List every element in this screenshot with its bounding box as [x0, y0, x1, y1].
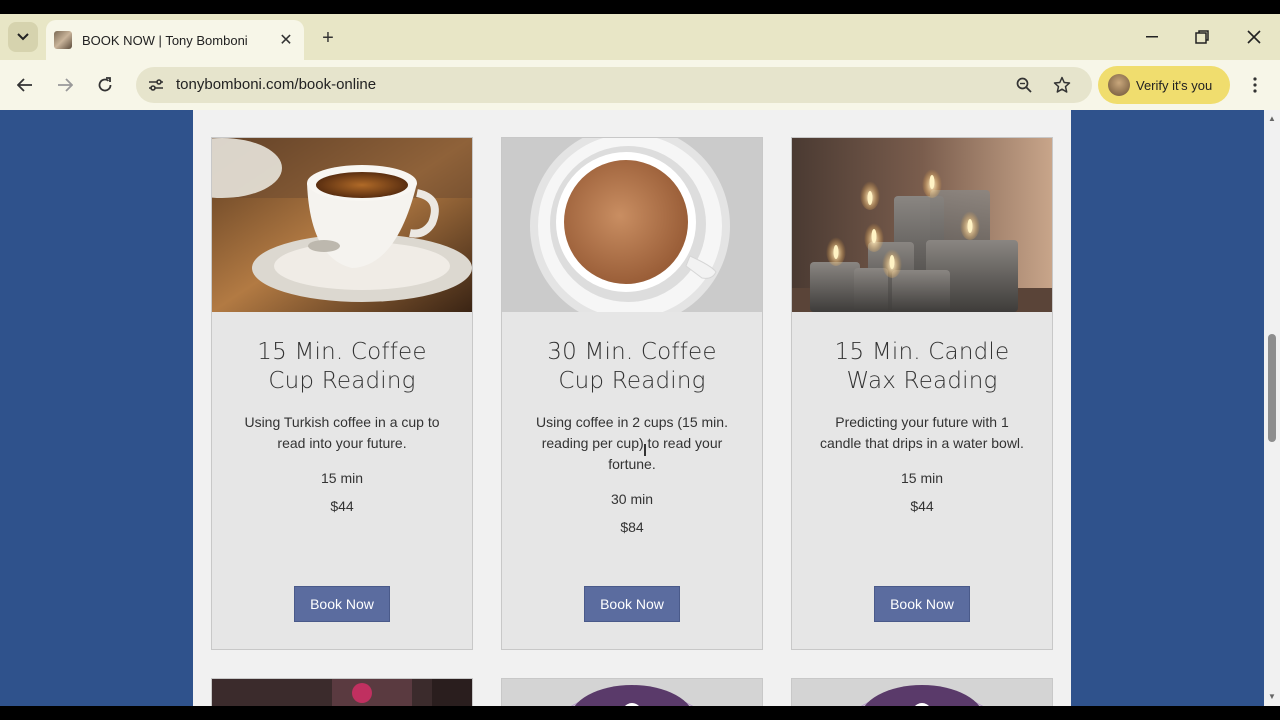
services-list: 15 Min. Coffee Cup Reading Using Turkish… — [193, 110, 1071, 706]
service-card: 15 Min. Candle Wax Reading Predicting yo… — [791, 137, 1053, 650]
restore-button[interactable] — [1180, 22, 1224, 52]
new-tab-button[interactable]: + — [314, 24, 342, 52]
active-tab[interactable]: BOOK NOW | Tony Bomboni ✕ — [46, 20, 304, 60]
zoom-icon — [1016, 77, 1032, 93]
service-image[interactable] — [502, 138, 762, 312]
service-image[interactable] — [792, 138, 1052, 312]
service-image-partial — [792, 679, 1052, 706]
service-duration: 30 min — [610, 491, 654, 507]
service-price: $44 — [330, 498, 354, 514]
reload-icon — [98, 77, 112, 92]
service-card: 30 Min. Coffee Cup Reading Using coffee … — [501, 137, 763, 650]
service-duration: 15 min — [320, 470, 364, 486]
service-card-partial[interactable] — [501, 678, 763, 706]
service-image-partial — [212, 679, 472, 706]
tune-icon — [149, 79, 163, 91]
back-button[interactable] — [10, 70, 40, 100]
service-description: Using coffee in 2 cups (15 min. reading … — [536, 414, 728, 472]
book-now-button[interactable]: Book Now — [294, 586, 390, 622]
address-bar[interactable]: tonybomboni.com/book-online — [136, 67, 1092, 103]
service-price: $84 — [620, 519, 644, 535]
page-viewport: 15 Min. Coffee Cup Reading Using Turkish… — [0, 110, 1280, 706]
close-icon — [1247, 30, 1261, 44]
service-title[interactable]: 30 Min. Coffee Cup Reading — [502, 338, 762, 396]
minimize-button[interactable] — [1130, 22, 1174, 52]
scroll-down-icon[interactable]: ▼ — [1267, 692, 1277, 702]
service-duration: 15 min — [900, 470, 944, 486]
service-description: Predicting your future with 1 candle tha… — [820, 414, 1024, 451]
scroll-thumb[interactable] — [1268, 334, 1276, 442]
url-text: tonybomboni.com/book-online — [176, 76, 377, 93]
verify-label: Verify it's you — [1136, 77, 1213, 93]
minimize-icon — [1146, 36, 1158, 38]
bookmark-button[interactable] — [1048, 71, 1076, 99]
coffee-cup-top-view-image — [502, 138, 762, 312]
service-price: $44 — [910, 498, 934, 514]
site-settings-icon[interactable] — [144, 73, 168, 97]
book-now-button[interactable]: Book Now — [874, 586, 970, 622]
restore-icon — [1195, 30, 1209, 44]
close-tab-icon[interactable]: ✕ — [274, 28, 298, 52]
service-card-partial[interactable] — [211, 678, 473, 706]
scroll-up-icon[interactable]: ▲ — [1267, 114, 1277, 124]
browser-toolbar: tonybomboni.com/book-online Verify it's … — [0, 60, 1280, 110]
kebab-menu-icon — [1253, 77, 1257, 93]
service-card-partial[interactable] — [791, 678, 1053, 706]
screen-bottom-bar — [0, 706, 1280, 720]
service-title[interactable]: 15 Min. Candle Wax Reading — [792, 338, 1052, 396]
star-icon — [1053, 76, 1071, 93]
site-favicon — [54, 31, 72, 49]
service-image-partial — [502, 679, 762, 706]
service-image[interactable] — [212, 138, 472, 312]
service-description: Using Turkish coffee in a cup to read in… — [244, 414, 440, 451]
service-card: 15 Min. Coffee Cup Reading Using Turkish… — [211, 137, 473, 650]
reload-button[interactable] — [90, 70, 120, 100]
browser-menu-button[interactable] — [1242, 70, 1268, 100]
coffee-cup-image — [212, 138, 472, 312]
text-cursor — [644, 444, 646, 456]
tab-strip: BOOK NOW | Tony Bomboni ✕ + — [0, 14, 1280, 60]
verify-identity-chip[interactable]: Verify it's you — [1098, 66, 1230, 104]
candles-image — [792, 138, 1052, 312]
page-scrollbar[interactable]: ▲ ▼ — [1264, 110, 1280, 706]
service-title[interactable]: 15 Min. Coffee Cup Reading — [212, 338, 472, 396]
tab-search-button[interactable] — [8, 22, 38, 52]
book-now-button[interactable]: Book Now — [584, 586, 680, 622]
zoom-button[interactable] — [1010, 71, 1038, 99]
screen-top-bar — [0, 0, 1280, 14]
chevron-down-icon — [17, 33, 29, 41]
forward-arrow-icon — [58, 78, 73, 92]
close-window-button[interactable] — [1232, 22, 1276, 52]
avatar — [1108, 74, 1130, 96]
back-arrow-icon — [17, 78, 32, 92]
tab-title: BOOK NOW | Tony Bomboni — [82, 32, 248, 48]
forward-button[interactable] — [50, 70, 80, 100]
